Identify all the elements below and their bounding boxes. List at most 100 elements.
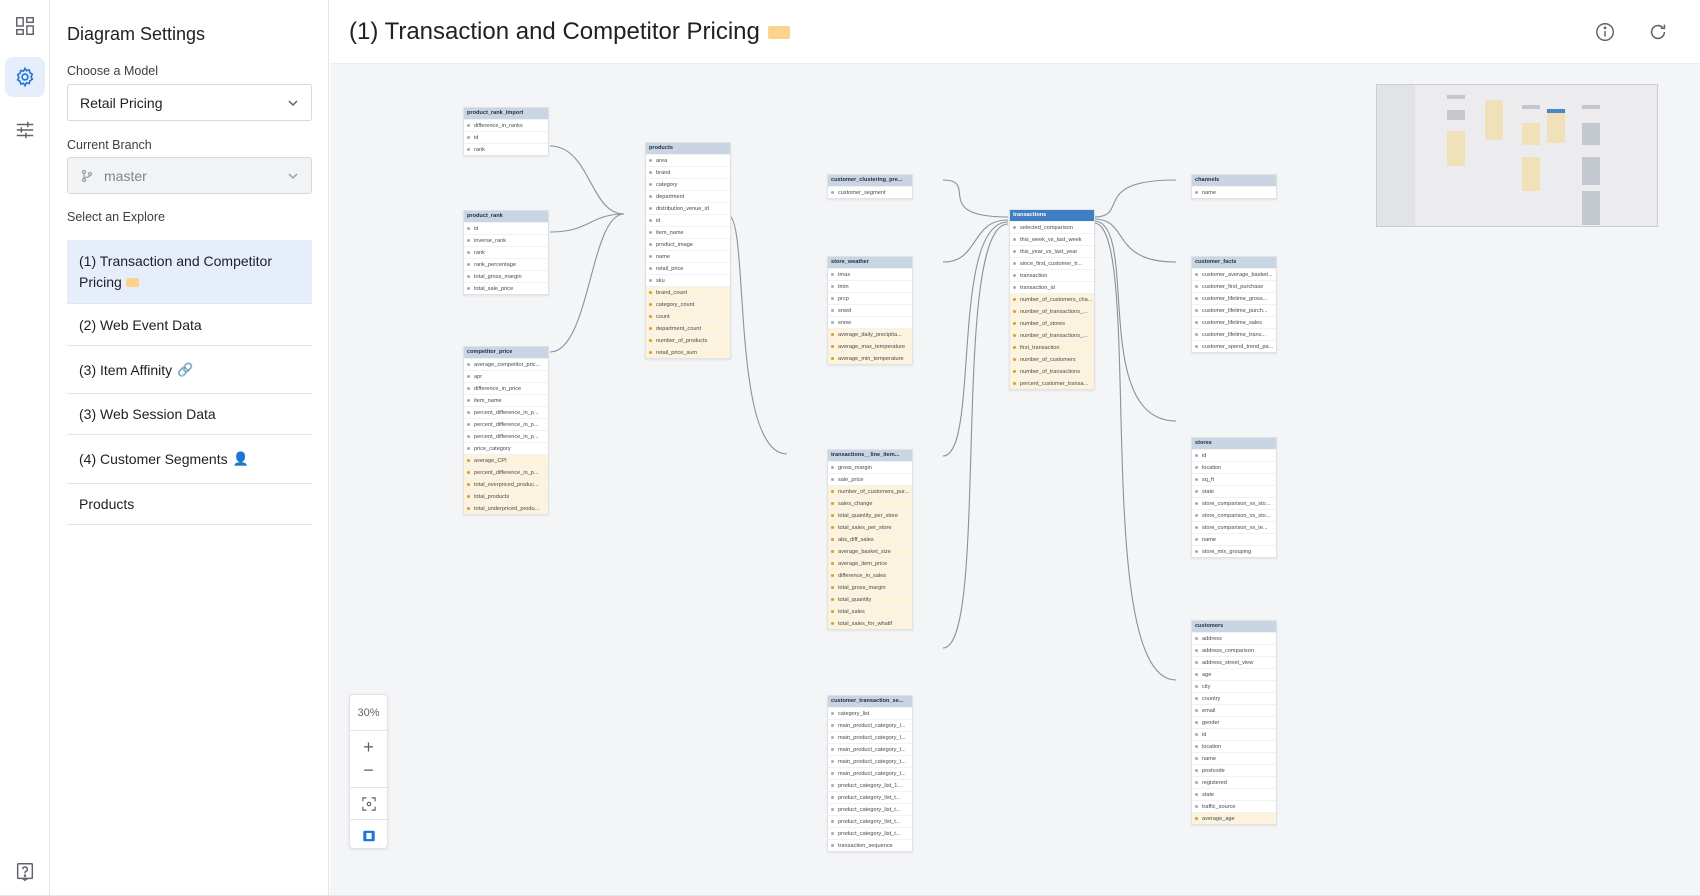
chevron-down-icon [288,100,298,107]
table-field: store_comparison_vs_te... [1192,521,1276,533]
explore-item[interactable]: (2) Web Event Data [67,304,312,346]
table-node[interactable]: competitor_price average_competitor_pric… [463,346,549,515]
explore-item-label: (3) Item Affinity [79,361,173,378]
table-field: total_products [464,490,548,502]
table-field: number_of_customers_cha... [1010,293,1094,305]
table-field: percent_difference_in_p... [464,418,548,430]
minimap-node [1447,131,1465,166]
explore-item[interactable]: Products [67,484,312,525]
table-field: customer_lifetime_trans... [1192,328,1276,340]
model-select[interactable]: Retail Pricing [67,84,312,121]
table-field: average_age [1192,812,1276,824]
explore-label: Select an Explore [67,210,165,224]
table-node[interactable]: stores id location sq_ft state store_com… [1191,437,1277,558]
table-field: selected_comparison [1010,221,1094,233]
refresh-icon[interactable] [1646,20,1670,44]
table-field: this_week_vs_last_week [1010,233,1094,245]
table-field: store_comparison_vs_sto... [1192,497,1276,509]
table-node[interactable]: product_rank id inverse_rank rank rank_p… [463,210,549,295]
zoom-controls: 30% + − [349,694,388,849]
table-node[interactable]: customer_facts customer_average_basket..… [1191,256,1277,353]
diagram-header: (1) Transaction and Competitor Pricing [330,0,1700,64]
table-field: category [646,178,730,190]
minimap[interactable] [1376,84,1658,227]
minimap-node [1447,110,1465,120]
table-field: address_comparison [1192,644,1276,656]
table-field: number_of_stores [1010,317,1094,329]
minimap-toggle-icon[interactable] [350,825,387,847]
table-node[interactable]: customer_transaction_se... category_list… [827,695,913,852]
table-name: product_rank [464,211,548,222]
table-field: average_item_price [828,557,912,569]
diagram-canvas[interactable]: product_rank_import difference_in_ranks … [330,64,1700,896]
zoom-level: 30% [357,707,380,719]
branch-select[interactable]: master [67,157,312,194]
table-name: channels [1192,175,1276,186]
table-field: id [1192,728,1276,740]
tag-icon [767,25,790,39]
table-field: sales_change [828,497,912,509]
explore-item-label: (1) Transaction and Competitor Pricing [79,252,272,290]
table-field: product_image [646,238,730,250]
table-field: rank_percentage [464,258,548,270]
table-field: total_sales_for_whatif [828,617,912,629]
info-icon[interactable] [1593,20,1617,44]
table-field: number_of_customers_pur... [828,485,912,497]
table-name: stores [1192,438,1276,449]
table-field: name [646,250,730,262]
explore-item[interactable]: (3) Item Affinity 🔗 [67,346,312,394]
table-name: customers [1192,621,1276,632]
table-field: item_name [464,394,548,406]
table-field: total_overpriced_produc... [464,478,548,490]
table-field: number_of_transactions_... [1010,305,1094,317]
table-node[interactable]: store_weather tmax tmin prcp snwd snow a… [827,256,913,365]
table-field: main_product_category_t... [828,767,912,779]
table-field: total_sales [828,605,912,617]
table-node[interactable]: customers address address_comparison add… [1191,620,1277,825]
minimap-node [1522,123,1540,145]
model-select-value: Retail Pricing [80,94,163,111]
table-field: store_mix_grouping [1192,545,1276,557]
table-field: category_count [646,298,730,310]
explore-item[interactable]: (3) Web Session Data [67,394,312,435]
table-field: rank [464,143,548,155]
table-node[interactable]: customer_clustering_pre... customer_segm… [827,174,913,199]
explore-item-label: Products [79,496,135,512]
explore-item-label: (4) Customer Segments [79,451,228,467]
table-name: customer_clustering_pre... [828,175,912,186]
table-field: sale_price [828,473,912,485]
explore-item-label: (3) Web Session Data [79,406,216,422]
minimap-node [1582,157,1600,185]
table-field: count [646,310,730,322]
gear-icon[interactable] [5,57,45,97]
sliders-icon[interactable] [5,110,45,150]
grid-icon[interactable] [5,6,45,46]
explore-item[interactable]: (4) Customer Segments 👤 [67,435,312,484]
table-field: main_product_category_l... [828,719,912,731]
table-field: main_product_category_t... [828,743,912,755]
table-field: percent_customer_transa... [1010,377,1094,389]
table-node-selected[interactable]: transactions selected_comparison this_we… [1009,209,1095,390]
explore-item[interactable]: (1) Transaction and Competitor Pricing [67,240,312,304]
table-field: average_basket_size [828,545,912,557]
zoom-in-button[interactable]: + [350,735,387,759]
table-field: product_category_list_t... [828,827,912,839]
table-node[interactable]: products area brand category department … [645,142,731,359]
fit-view-icon[interactable] [350,793,387,815]
zoom-out-button[interactable]: − [350,759,387,781]
table-node[interactable]: channels name [1191,174,1277,199]
table-node[interactable]: transactions__line_item... gross_margin … [827,449,913,630]
table-field: location [1192,461,1276,473]
table-field: brand_count [646,286,730,298]
table-field: name [1192,752,1276,764]
table-field: apr [464,370,548,382]
table-field: gender [1192,716,1276,728]
branch-select-value: master [104,167,147,184]
table-field: id [1192,449,1276,461]
explore-list: (1) Transaction and Competitor Pricing (… [67,240,312,525]
table-node[interactable]: product_rank_import difference_in_ranks … [463,107,549,156]
help-icon[interactable] [5,852,45,892]
table-name: products [646,143,730,154]
table-field: email [1192,704,1276,716]
table-field: total_sale_price [464,282,548,294]
